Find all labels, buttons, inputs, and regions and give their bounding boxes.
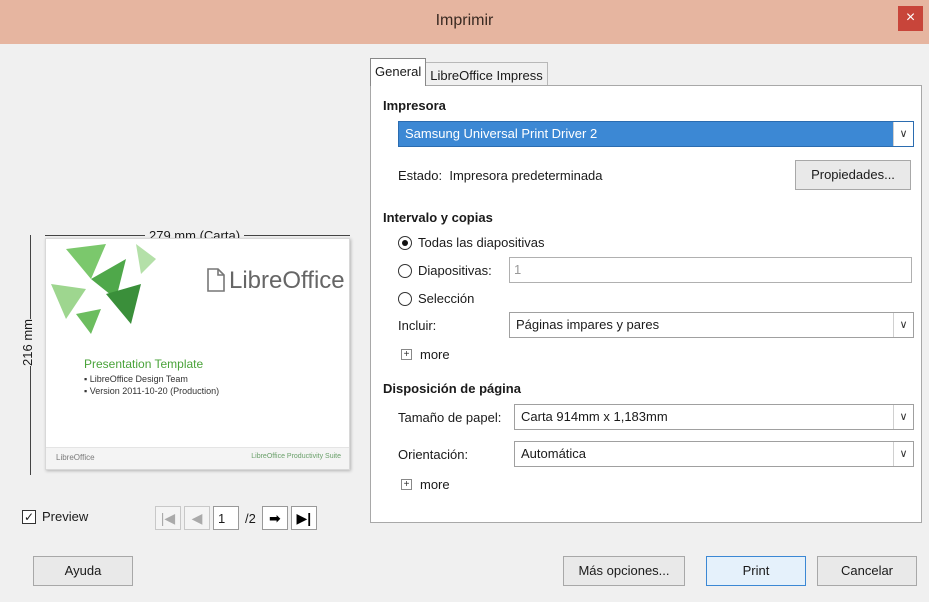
radio-all-slides[interactable]: Todas las diapositivas <box>398 235 544 250</box>
radio-all-slides-label: Todas las diapositivas <box>418 235 545 250</box>
title-bar: Imprimir × <box>0 0 929 44</box>
paper-size-value: Carta 914mm x 1,183mm <box>521 409 668 424</box>
slide-bullet-2-text: Version 2011-10-20 (Production) <box>89 386 220 396</box>
tab-general[interactable]: General <box>370 58 427 86</box>
chevron-down-icon[interactable]: ∨ <box>893 313 913 337</box>
arrow-left-icon: ◀ <box>191 509 203 526</box>
status-row: Estado: Impresora predeterminada <box>398 168 603 183</box>
more-options-label: Más opciones... <box>578 563 670 578</box>
decorative-triangles-icon <box>51 244 156 334</box>
tab-bar: General LibreOffice Impress <box>370 58 548 86</box>
help-button[interactable]: Ayuda <box>33 556 133 586</box>
slides-range-input[interactable]: 1 <box>509 257 912 283</box>
height-dimension: 216 mm <box>17 235 38 475</box>
printer-select-value: Samsung Universal Print Driver 2 <box>405 126 598 141</box>
radio-slides-label: Diapositivas: <box>418 263 492 278</box>
print-button-label: Print <box>742 563 770 578</box>
orientation-select[interactable]: Automática ∨ <box>514 441 914 467</box>
radio-selection-label: Selección <box>418 291 475 306</box>
first-page-button[interactable]: |◀ <box>155 506 181 530</box>
last-page-button[interactable]: ▶| <box>290 506 317 530</box>
page-navigation: |◀ ◀ 1 /2 ➡ ▶| <box>155 506 317 530</box>
slide-bullet: ▪ Version 2011-10-20 (Production) <box>84 386 220 396</box>
arrow-right-icon: ➡ <box>268 509 281 526</box>
first-page-icon: |◀ <box>160 509 176 526</box>
radio-unselected-icon[interactable] <box>398 263 412 278</box>
expand-plus-icon[interactable]: + <box>401 479 412 490</box>
print-button[interactable]: Print <box>706 556 806 586</box>
cancel-button[interactable]: Cancelar <box>817 556 917 586</box>
chevron-down-icon[interactable]: ∨ <box>893 405 913 429</box>
slide-bullet-1-text: LibreOffice Design Team <box>89 374 188 384</box>
slide-brand: LibreOffice <box>229 267 345 295</box>
layout-more-label: more <box>420 477 450 492</box>
preview-label: Preview <box>42 509 89 524</box>
general-panel: Impresora Samsung Universal Print Driver… <box>370 85 922 523</box>
range-more-expander[interactable]: + more <box>401 347 450 362</box>
include-label: Incluir: <box>398 318 437 333</box>
orientation-label: Orientación: <box>398 447 469 462</box>
window-title: Imprimir <box>435 12 494 29</box>
document-logo-icon <box>207 268 225 292</box>
page-number-input[interactable]: 1 <box>213 506 239 530</box>
properties-button[interactable]: Propiedades... <box>795 160 911 190</box>
slide-footer-left: LibreOffice <box>56 453 95 462</box>
chevron-down-icon[interactable]: ∨ <box>893 122 913 146</box>
printer-section-title: Impresora <box>383 98 446 113</box>
paper-size-label: Tamaño de papel: <box>398 410 502 425</box>
include-select[interactable]: Páginas impares y pares ∨ <box>509 312 914 338</box>
preview-checkbox[interactable]: ✓ Preview <box>22 509 88 524</box>
slide-footer: LibreOffice LibreOffice Productivity Sui… <box>46 447 349 469</box>
expand-plus-icon[interactable]: + <box>401 349 412 360</box>
radio-unselected-icon[interactable] <box>398 291 412 306</box>
radio-slides[interactable]: Diapositivas: <box>398 263 492 278</box>
tab-impress[interactable]: LibreOffice Impress <box>426 62 548 86</box>
status-value: Impresora predeterminada <box>449 168 603 183</box>
slide-title: Presentation Template <box>84 357 204 371</box>
radio-selection[interactable]: Selección <box>398 291 474 306</box>
layout-section-title: Disposición de página <box>383 381 521 396</box>
height-dimension-label: 216 mm <box>17 319 37 366</box>
prev-page-button[interactable]: ◀ <box>184 506 210 530</box>
orientation-value: Automática <box>521 446 587 461</box>
include-select-value: Páginas impares y pares <box>516 317 660 332</box>
cancel-button-label: Cancelar <box>840 563 894 578</box>
properties-button-label: Propiedades... <box>811 167 895 182</box>
close-icon[interactable]: × <box>898 6 923 31</box>
checkbox-checked-icon[interactable]: ✓ <box>22 509 36 524</box>
slide-footer-right: LibreOffice Productivity Suite <box>251 453 341 460</box>
help-button-label: Ayuda <box>64 563 102 578</box>
last-page-icon: ▶| <box>296 509 312 526</box>
status-label: Estado: <box>398 168 443 183</box>
range-more-label: more <box>420 347 450 362</box>
printer-select[interactable]: Samsung Universal Print Driver 2 ∨ <box>398 121 914 147</box>
chevron-down-icon[interactable]: ∨ <box>893 442 913 466</box>
slide-brand-name: LibreOffice <box>229 267 345 294</box>
slide-preview: LibreOffice Presentation Template ▪ Libr… <box>45 238 350 470</box>
radio-selected-icon[interactable] <box>398 235 412 250</box>
slide-bullet: ▪ LibreOffice Design Team <box>84 374 188 384</box>
layout-more-expander[interactable]: + more <box>401 477 450 492</box>
range-section-title: Intervalo y copias <box>383 210 493 225</box>
paper-size-select[interactable]: Carta 914mm x 1,183mm ∨ <box>514 404 914 430</box>
next-page-button[interactable]: ➡ <box>261 506 288 530</box>
more-options-button[interactable]: Más opciones... <box>563 556 685 586</box>
page-total: /2 <box>245 510 256 526</box>
